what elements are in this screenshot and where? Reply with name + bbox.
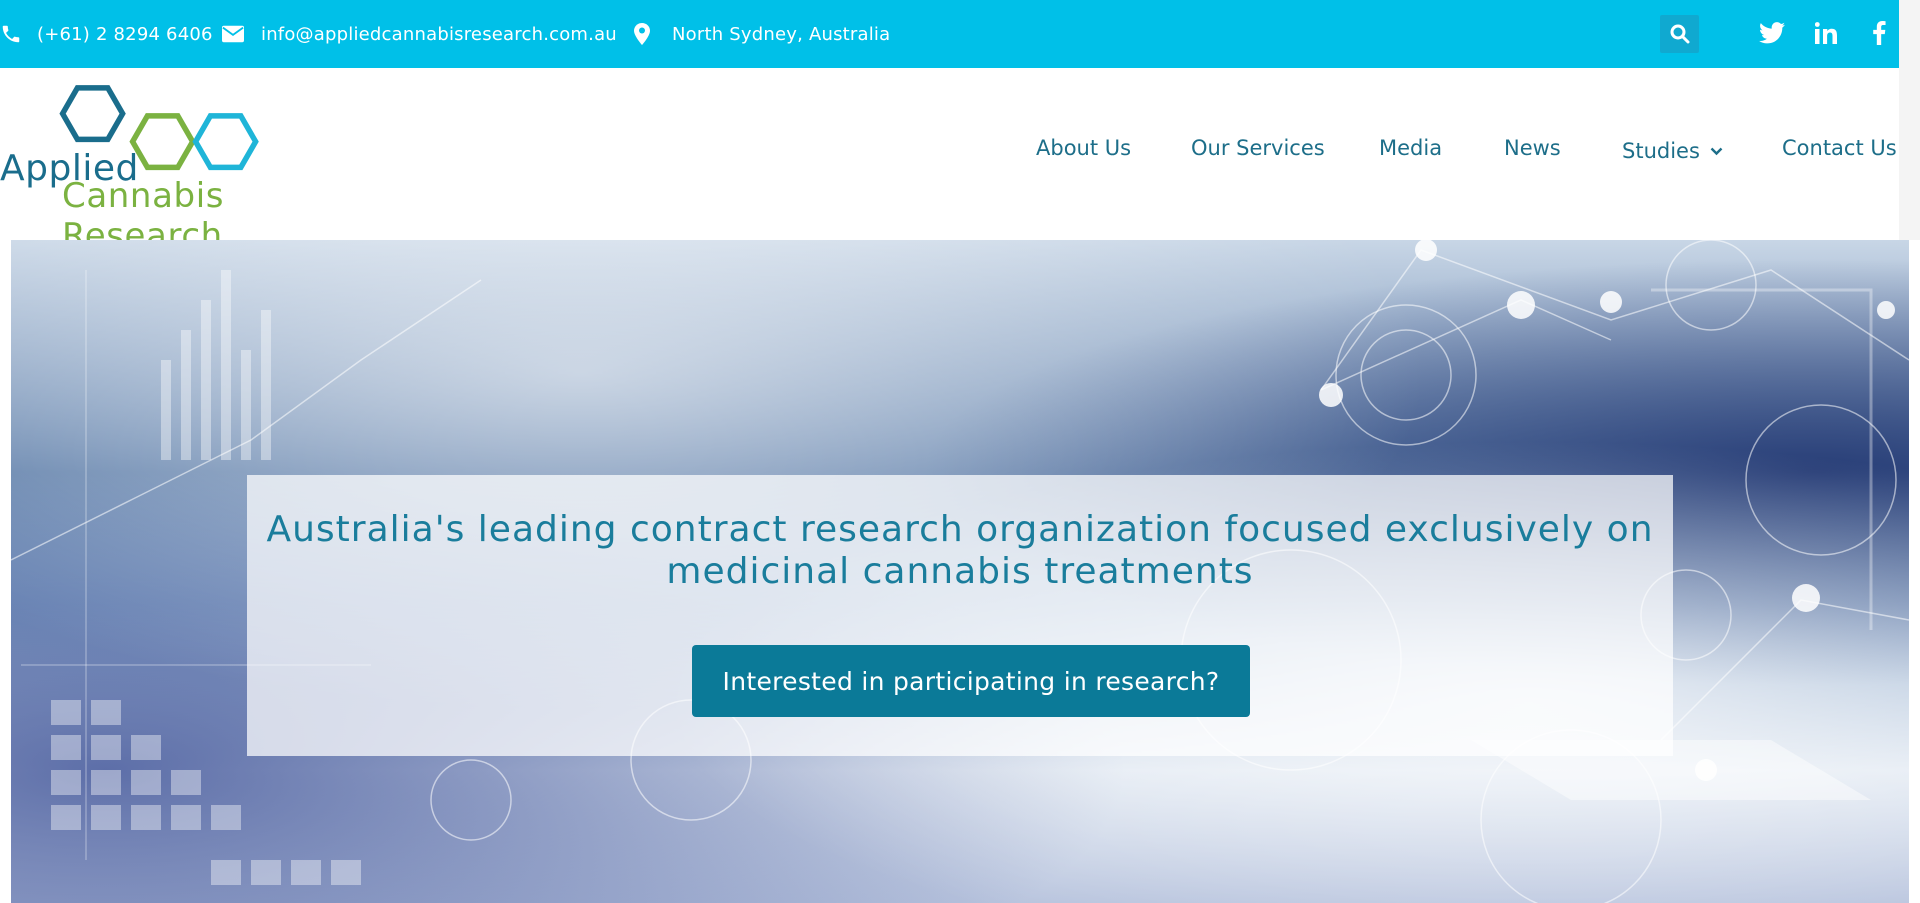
nav-contact-us[interactable]: Contact Us [1782, 136, 1897, 166]
linkedin-icon [1815, 22, 1837, 44]
participate-research-button[interactable]: Interested in participating in research? [692, 645, 1250, 717]
site-logo[interactable]: Applied Cannabis Research [0, 84, 380, 256]
nav-label: Media [1379, 136, 1443, 160]
nav-label: Studies [1622, 139, 1700, 163]
nav-our-services[interactable]: Our Services [1191, 136, 1325, 166]
twitter-icon [1759, 22, 1785, 44]
nav-label: Contact Us [1782, 136, 1897, 160]
scrollbar-track [1899, 0, 1920, 240]
map-pin-icon [634, 0, 650, 68]
search-button[interactable] [1660, 15, 1699, 53]
email-link[interactable]: info@appliedcannabisresearch.com.au [261, 24, 617, 45]
hero-title: Australia's leading contract research or… [266, 509, 1654, 592]
envelope-icon [222, 0, 244, 68]
linkedin-link[interactable] [1811, 18, 1841, 48]
nav-media[interactable]: Media [1379, 136, 1442, 166]
top-contact-bar: (+61) 2 8294 6406 info@appliedcannabisre… [0, 0, 1899, 68]
facebook-link[interactable] [1864, 18, 1894, 48]
nav-label: News [1504, 136, 1561, 160]
facebook-icon [1873, 21, 1886, 45]
chevron-down-icon [1710, 147, 1723, 155]
nav-studies[interactable]: Studies [1622, 136, 1723, 166]
search-icon [1670, 24, 1689, 44]
nav-about-us[interactable]: About Us [1036, 136, 1131, 166]
phone-icon [0, 0, 22, 68]
twitter-link[interactable] [1757, 18, 1787, 48]
nav-news[interactable]: News [1504, 136, 1561, 166]
hero-message-box: Australia's leading contract research or… [247, 475, 1673, 756]
hero-banner: Australia's leading contract research or… [11, 240, 1909, 903]
phone-number[interactable]: (+61) 2 8294 6406 [37, 24, 213, 45]
nav-label: About Us [1036, 136, 1132, 160]
location-text: North Sydney, Australia [672, 23, 891, 45]
nav-label: Our Services [1191, 136, 1325, 160]
